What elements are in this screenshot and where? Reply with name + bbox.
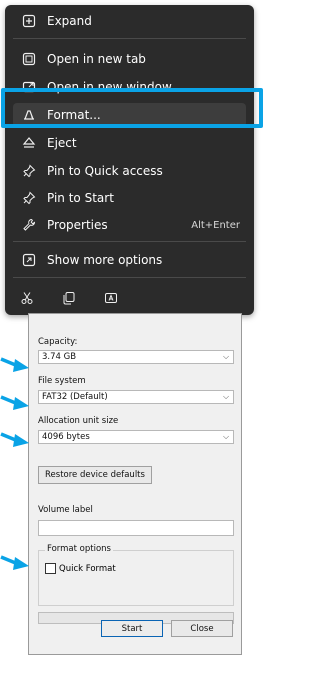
menu-item-expand[interactable]: Expand (13, 9, 246, 33)
context-menu: Expand Open in new tab Open in new windo… (5, 5, 254, 315)
file-system-value: FAT32 (Default) (42, 392, 108, 402)
menu-item-label: Show more options (47, 253, 163, 267)
capacity-label: Capacity: (38, 337, 78, 347)
quick-format-label: Quick Format (59, 563, 116, 574)
chevron-down-icon: ⌵ (222, 352, 230, 361)
quick-action-row (13, 287, 125, 309)
close-button[interactable]: Close (171, 620, 233, 637)
menu-item-label: Open in new tab (47, 52, 146, 66)
wrench-icon (21, 217, 37, 233)
volume-label-input[interactable] (38, 520, 234, 536)
shortcut-label: Alt+Enter (191, 219, 240, 231)
restore-device-defaults-button[interactable]: Restore device defaults (38, 466, 152, 484)
copy-icon[interactable] (55, 287, 83, 309)
format-dialog: Capacity: 3.74 GB ⌵ File system FAT32 (D… (28, 313, 242, 655)
menu-item-eject[interactable]: Eject (13, 131, 246, 155)
format-options-group: Format options Quick Format (38, 544, 234, 606)
pin-icon (21, 163, 37, 179)
new-tab-icon (21, 51, 37, 67)
start-button[interactable]: Start (101, 620, 163, 637)
capacity-value: 3.74 GB (42, 352, 77, 362)
menu-item-label: Expand (47, 14, 92, 28)
menu-separator (13, 277, 246, 278)
menu-item-label: Eject (47, 136, 77, 150)
allocation-unit-size-select[interactable]: 4096 bytes ⌵ (38, 430, 234, 444)
capacity-select[interactable]: 3.74 GB ⌵ (38, 350, 234, 364)
expand-icon (21, 13, 37, 29)
allocation-unit-size-value: 4096 bytes (42, 432, 90, 442)
chevron-down-icon: ⌵ (222, 392, 230, 401)
volume-label-label: Volume label (38, 505, 93, 515)
annotation-arrow (0, 395, 29, 410)
annotation-arrow (0, 432, 29, 447)
annotation-arrow (0, 555, 29, 570)
menu-separator (13, 38, 246, 39)
menu-separator (13, 241, 246, 242)
menu-item-label: Pin to Quick access (47, 164, 163, 178)
chevron-down-icon: ⌵ (222, 432, 230, 441)
allocation-unit-size-label: Allocation unit size (38, 416, 119, 426)
pin-icon (21, 190, 37, 206)
menu-item-open-new-tab[interactable]: Open in new tab (13, 47, 246, 71)
format-options-title: Format options (45, 544, 113, 554)
quick-format-checkbox[interactable]: Quick Format (45, 563, 116, 574)
annotation-arrow (0, 357, 29, 372)
menu-item-pin-start[interactable]: Pin to Start (13, 186, 246, 210)
menu-item-label: Pin to Start (47, 191, 114, 205)
file-system-label: File system (38, 376, 86, 386)
menu-item-properties[interactable]: Properties Alt+Enter (13, 213, 246, 237)
checkbox-box (45, 563, 56, 574)
file-system-select[interactable]: FAT32 (Default) ⌵ (38, 390, 234, 404)
format-item-highlight (1, 88, 263, 128)
more-options-icon (21, 252, 37, 268)
rename-icon[interactable] (97, 287, 125, 309)
cut-icon[interactable] (13, 287, 41, 309)
menu-item-show-more-options[interactable]: Show more options (13, 248, 246, 272)
menu-item-pin-quick-access[interactable]: Pin to Quick access (13, 159, 246, 183)
eject-icon (21, 135, 37, 151)
menu-item-label: Properties (47, 218, 108, 232)
